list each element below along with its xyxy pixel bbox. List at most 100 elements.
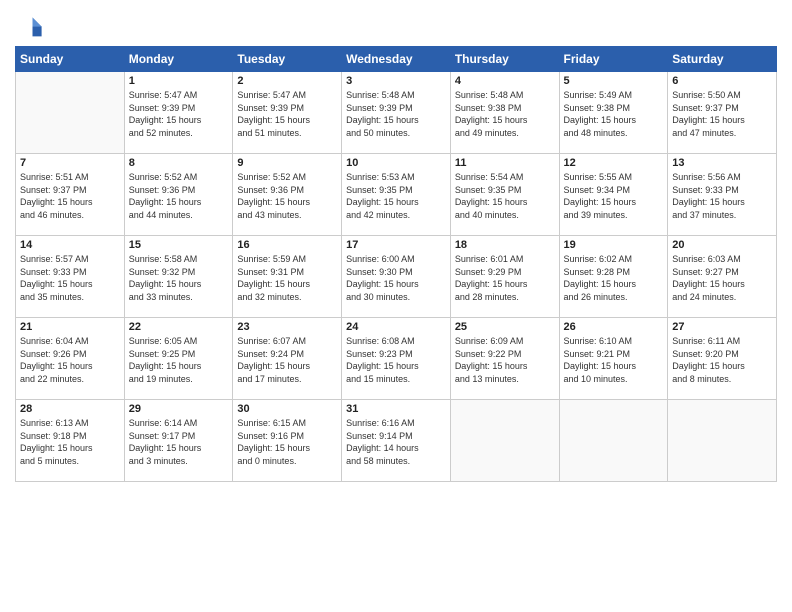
calendar-cell: 2 Sunrise: 5:47 AM Sunset: 9:39 PM Daylig… xyxy=(233,72,342,154)
day-number: 13 xyxy=(672,157,772,169)
day-number: 2 xyxy=(237,75,337,87)
calendar-cell: 14 Sunrise: 5:57 AM Sunset: 9:33 PM Dayli… xyxy=(16,236,125,318)
day-info: Sunrise: 5:57 AM Sunset: 9:33 PM Dayligh… xyxy=(20,253,120,303)
calendar-cell: 19 Sunrise: 6:02 AM Sunset: 9:28 PM Dayli… xyxy=(559,236,668,318)
calendar-cell xyxy=(16,72,125,154)
day-info: Sunrise: 5:47 AM Sunset: 9:39 PM Dayligh… xyxy=(129,89,229,139)
day-number: 30 xyxy=(237,403,337,415)
calendar-cell: 20 Sunrise: 6:03 AM Sunset: 9:27 PM Dayli… xyxy=(668,236,777,318)
day-info: Sunrise: 5:55 AM Sunset: 9:34 PM Dayligh… xyxy=(564,171,664,221)
day-number: 14 xyxy=(20,239,120,251)
calendar-cell: 9 Sunrise: 5:52 AM Sunset: 9:36 PM Daylig… xyxy=(233,154,342,236)
day-info: Sunrise: 6:08 AM Sunset: 9:23 PM Dayligh… xyxy=(346,335,446,385)
day-info: Sunrise: 6:00 AM Sunset: 9:30 PM Dayligh… xyxy=(346,253,446,303)
calendar-cell: 6 Sunrise: 5:50 AM Sunset: 9:37 PM Daylig… xyxy=(668,72,777,154)
day-info: Sunrise: 6:09 AM Sunset: 9:22 PM Dayligh… xyxy=(455,335,555,385)
calendar-cell xyxy=(559,400,668,482)
calendar-cell: 3 Sunrise: 5:48 AM Sunset: 9:39 PM Daylig… xyxy=(342,72,451,154)
calendar-cell: 21Sunrise: 6:04 AM Sunset: 9:26 PM Dayli… xyxy=(16,318,125,400)
calendar-cell: 16 Sunrise: 5:59 AM Sunset: 9:31 PM Dayli… xyxy=(233,236,342,318)
day-info: Sunrise: 5:48 AM Sunset: 9:39 PM Dayligh… xyxy=(346,89,446,139)
logo xyxy=(15,14,47,42)
calendar-cell: 31Sunrise: 6:16 AM Sunset: 9:14 PM Dayli… xyxy=(342,400,451,482)
day-number: 31 xyxy=(346,403,446,415)
day-info: Sunrise: 5:48 AM Sunset: 9:38 PM Dayligh… xyxy=(455,89,555,139)
day-number: 12 xyxy=(564,157,664,169)
day-info: Sunrise: 6:10 AM Sunset: 9:21 PM Dayligh… xyxy=(564,335,664,385)
calendar-cell: 12 Sunrise: 5:55 AM Sunset: 9:34 PM Dayli… xyxy=(559,154,668,236)
day-info: Sunrise: 5:49 AM Sunset: 9:38 PM Dayligh… xyxy=(564,89,664,139)
calendar-cell xyxy=(450,400,559,482)
day-number: 9 xyxy=(237,157,337,169)
day-number: 6 xyxy=(672,75,772,87)
day-number: 18 xyxy=(455,239,555,251)
day-info: Sunrise: 6:02 AM Sunset: 9:28 PM Dayligh… xyxy=(564,253,664,303)
day-number: 17 xyxy=(346,239,446,251)
day-info: Sunrise: 5:56 AM Sunset: 9:33 PM Dayligh… xyxy=(672,171,772,221)
calendar-cell: 1 Sunrise: 5:47 AM Sunset: 9:39 PM Daylig… xyxy=(124,72,233,154)
weekday-header: Wednesday xyxy=(342,47,451,72)
calendar-cell: 24 Sunrise: 6:08 AM Sunset: 9:23 PM Dayli… xyxy=(342,318,451,400)
calendar-cell: 25 Sunrise: 6:09 AM Sunset: 9:22 PM Dayli… xyxy=(450,318,559,400)
day-info: Sunrise: 6:04 AM Sunset: 9:26 PM Dayligh… xyxy=(20,335,120,385)
day-number: 23 xyxy=(237,321,337,333)
weekday-header: Thursday xyxy=(450,47,559,72)
calendar-cell: 22Sunrise: 6:05 AM Sunset: 9:25 PM Dayli… xyxy=(124,318,233,400)
day-info: Sunrise: 6:07 AM Sunset: 9:24 PM Dayligh… xyxy=(237,335,337,385)
day-number: 20 xyxy=(672,239,772,251)
day-info: Sunrise: 5:52 AM Sunset: 9:36 PM Dayligh… xyxy=(237,171,337,221)
day-number: 15 xyxy=(129,239,229,251)
calendar-cell: 15 Sunrise: 5:58 AM Sunset: 9:32 PM Dayli… xyxy=(124,236,233,318)
calendar-cell: 11 Sunrise: 5:54 AM Sunset: 9:35 PM Dayli… xyxy=(450,154,559,236)
day-number: 4 xyxy=(455,75,555,87)
calendar-cell: 28 Sunrise: 6:13 AM Sunset: 9:18 PM Dayli… xyxy=(16,400,125,482)
day-info: Sunrise: 5:58 AM Sunset: 9:32 PM Dayligh… xyxy=(129,253,229,303)
day-info: Sunrise: 5:51 AM Sunset: 9:37 PM Dayligh… xyxy=(20,171,120,221)
day-number: 29 xyxy=(129,403,229,415)
calendar-cell: 8 Sunrise: 5:52 AM Sunset: 9:36 PM Daylig… xyxy=(124,154,233,236)
calendar-cell: 29 Sunrise: 6:14 AM Sunset: 9:17 PM Dayli… xyxy=(124,400,233,482)
day-number: 7 xyxy=(20,157,120,169)
day-number: 8 xyxy=(129,157,229,169)
day-info: Sunrise: 6:14 AM Sunset: 9:17 PM Dayligh… xyxy=(129,417,229,467)
day-number: 25 xyxy=(455,321,555,333)
calendar-cell: 23 Sunrise: 6:07 AM Sunset: 9:24 PM Dayli… xyxy=(233,318,342,400)
weekday-header: Monday xyxy=(124,47,233,72)
calendar-cell: 27Sunrise: 6:11 AM Sunset: 9:20 PM Dayli… xyxy=(668,318,777,400)
calendar-cell: 18 Sunrise: 6:01 AM Sunset: 9:29 PM Dayli… xyxy=(450,236,559,318)
calendar-cell: 10 Sunrise: 5:53 AM Sunset: 9:35 PM Dayli… xyxy=(342,154,451,236)
weekday-header: Friday xyxy=(559,47,668,72)
weekday-header: Tuesday xyxy=(233,47,342,72)
logo-icon xyxy=(15,14,43,42)
day-info: Sunrise: 5:52 AM Sunset: 9:36 PM Dayligh… xyxy=(129,171,229,221)
day-number: 26 xyxy=(564,321,664,333)
day-number: 11 xyxy=(455,157,555,169)
day-info: Sunrise: 5:47 AM Sunset: 9:39 PM Dayligh… xyxy=(237,89,337,139)
day-number: 16 xyxy=(237,239,337,251)
day-info: Sunrise: 6:15 AM Sunset: 9:16 PM Dayligh… xyxy=(237,417,337,467)
calendar-cell: 13 Sunrise: 5:56 AM Sunset: 9:33 PM Dayli… xyxy=(668,154,777,236)
weekday-header: Sunday xyxy=(16,47,125,72)
day-info: Sunrise: 5:50 AM Sunset: 9:37 PM Dayligh… xyxy=(672,89,772,139)
calendar-cell: 17 Sunrise: 6:00 AM Sunset: 9:30 PM Dayli… xyxy=(342,236,451,318)
day-number: 10 xyxy=(346,157,446,169)
calendar-cell: 7 Sunrise: 5:51 AM Sunset: 9:37 PM Daylig… xyxy=(16,154,125,236)
calendar-cell: 4 Sunrise: 5:48 AM Sunset: 9:38 PM Daylig… xyxy=(450,72,559,154)
day-info: Sunrise: 5:53 AM Sunset: 9:35 PM Dayligh… xyxy=(346,171,446,221)
day-number: 5 xyxy=(564,75,664,87)
weekday-header: Saturday xyxy=(668,47,777,72)
day-info: Sunrise: 6:01 AM Sunset: 9:29 PM Dayligh… xyxy=(455,253,555,303)
day-info: Sunrise: 6:13 AM Sunset: 9:18 PM Dayligh… xyxy=(20,417,120,467)
day-number: 1 xyxy=(129,75,229,87)
calendar-cell: 30 Sunrise: 6:15 AM Sunset: 9:16 PM Dayli… xyxy=(233,400,342,482)
day-number: 24 xyxy=(346,321,446,333)
day-info: Sunrise: 5:54 AM Sunset: 9:35 PM Dayligh… xyxy=(455,171,555,221)
day-info: Sunrise: 6:03 AM Sunset: 9:27 PM Dayligh… xyxy=(672,253,772,303)
day-info: Sunrise: 5:59 AM Sunset: 9:31 PM Dayligh… xyxy=(237,253,337,303)
day-number: 28 xyxy=(20,403,120,415)
day-number: 19 xyxy=(564,239,664,251)
day-number: 27 xyxy=(672,321,772,333)
calendar-table: SundayMondayTuesdayWednesdayThursdayFrid… xyxy=(15,46,777,482)
day-info: Sunrise: 6:05 AM Sunset: 9:25 PM Dayligh… xyxy=(129,335,229,385)
day-number: 3 xyxy=(346,75,446,87)
